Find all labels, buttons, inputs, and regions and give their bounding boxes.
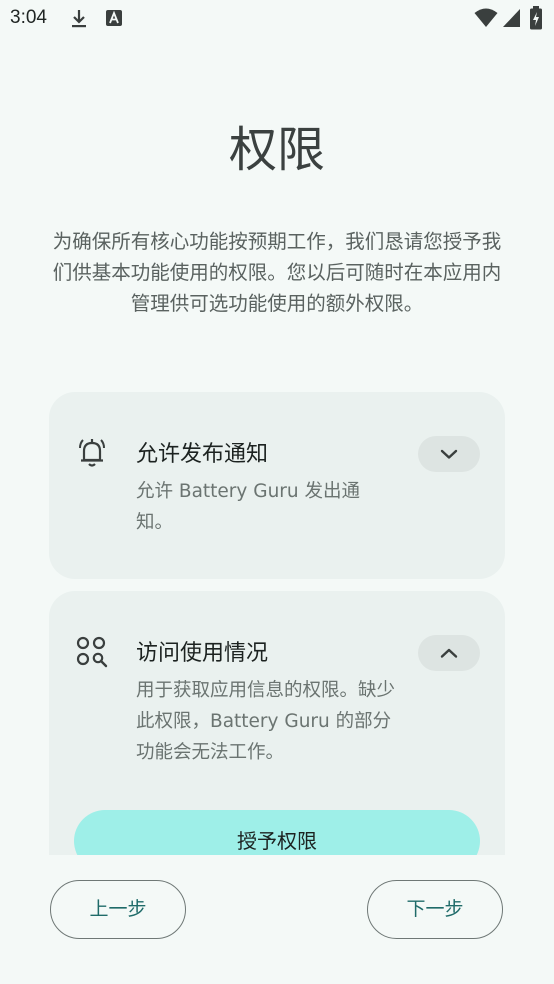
- apps-search-icon: [75, 635, 109, 669]
- permission-description: 允许 Battery Guru 发出通知。: [136, 481, 361, 533]
- wifi-icon: [474, 8, 498, 32]
- chevron-up-icon: [440, 644, 458, 663]
- permission-card-notifications[interactable]: 允许发布通知 允许 Battery Guru 发出通知。: [49, 392, 505, 579]
- previous-step-button[interactable]: 上一步: [50, 880, 186, 939]
- permission-card-usage-access[interactable]: 访问使用情况 用于获取应用信息的权限。缺少此权限，Battery Guru 的部…: [49, 591, 505, 855]
- page-title: 权限: [228, 122, 325, 178]
- permission-title: 允许发布通知: [136, 442, 269, 467]
- battery-charging-icon: [529, 6, 543, 34]
- collapse-toggle-button[interactable]: [418, 635, 480, 671]
- download-icon: [70, 9, 88, 33]
- status-bar: 3:04: [0, 0, 554, 38]
- permissions-list[interactable]: 允许发布通知 允许 Battery Guru 发出通知。 访问使用情况 用于获取…: [0, 392, 554, 855]
- next-step-button[interactable]: 下一步: [367, 880, 503, 939]
- keyboard-a-icon: [105, 9, 123, 31]
- permission-description: 用于获取应用信息的权限。缺少此权限，Battery Guru 的部分功能会无法工…: [136, 680, 396, 763]
- signal-icon: [502, 8, 521, 32]
- bell-ringing-icon: [75, 436, 109, 470]
- status-time: 3:04: [10, 7, 47, 28]
- permission-title: 访问使用情况: [136, 641, 269, 666]
- chevron-down-icon: [440, 445, 458, 464]
- intro-text: 为确保所有核心功能按预期工作，我们恳请您授予我们供基本功能使用的权限。您以后可随…: [52, 230, 502, 315]
- expand-toggle-button[interactable]: [418, 436, 480, 472]
- grant-permission-button[interactable]: 授予权限: [74, 810, 480, 855]
